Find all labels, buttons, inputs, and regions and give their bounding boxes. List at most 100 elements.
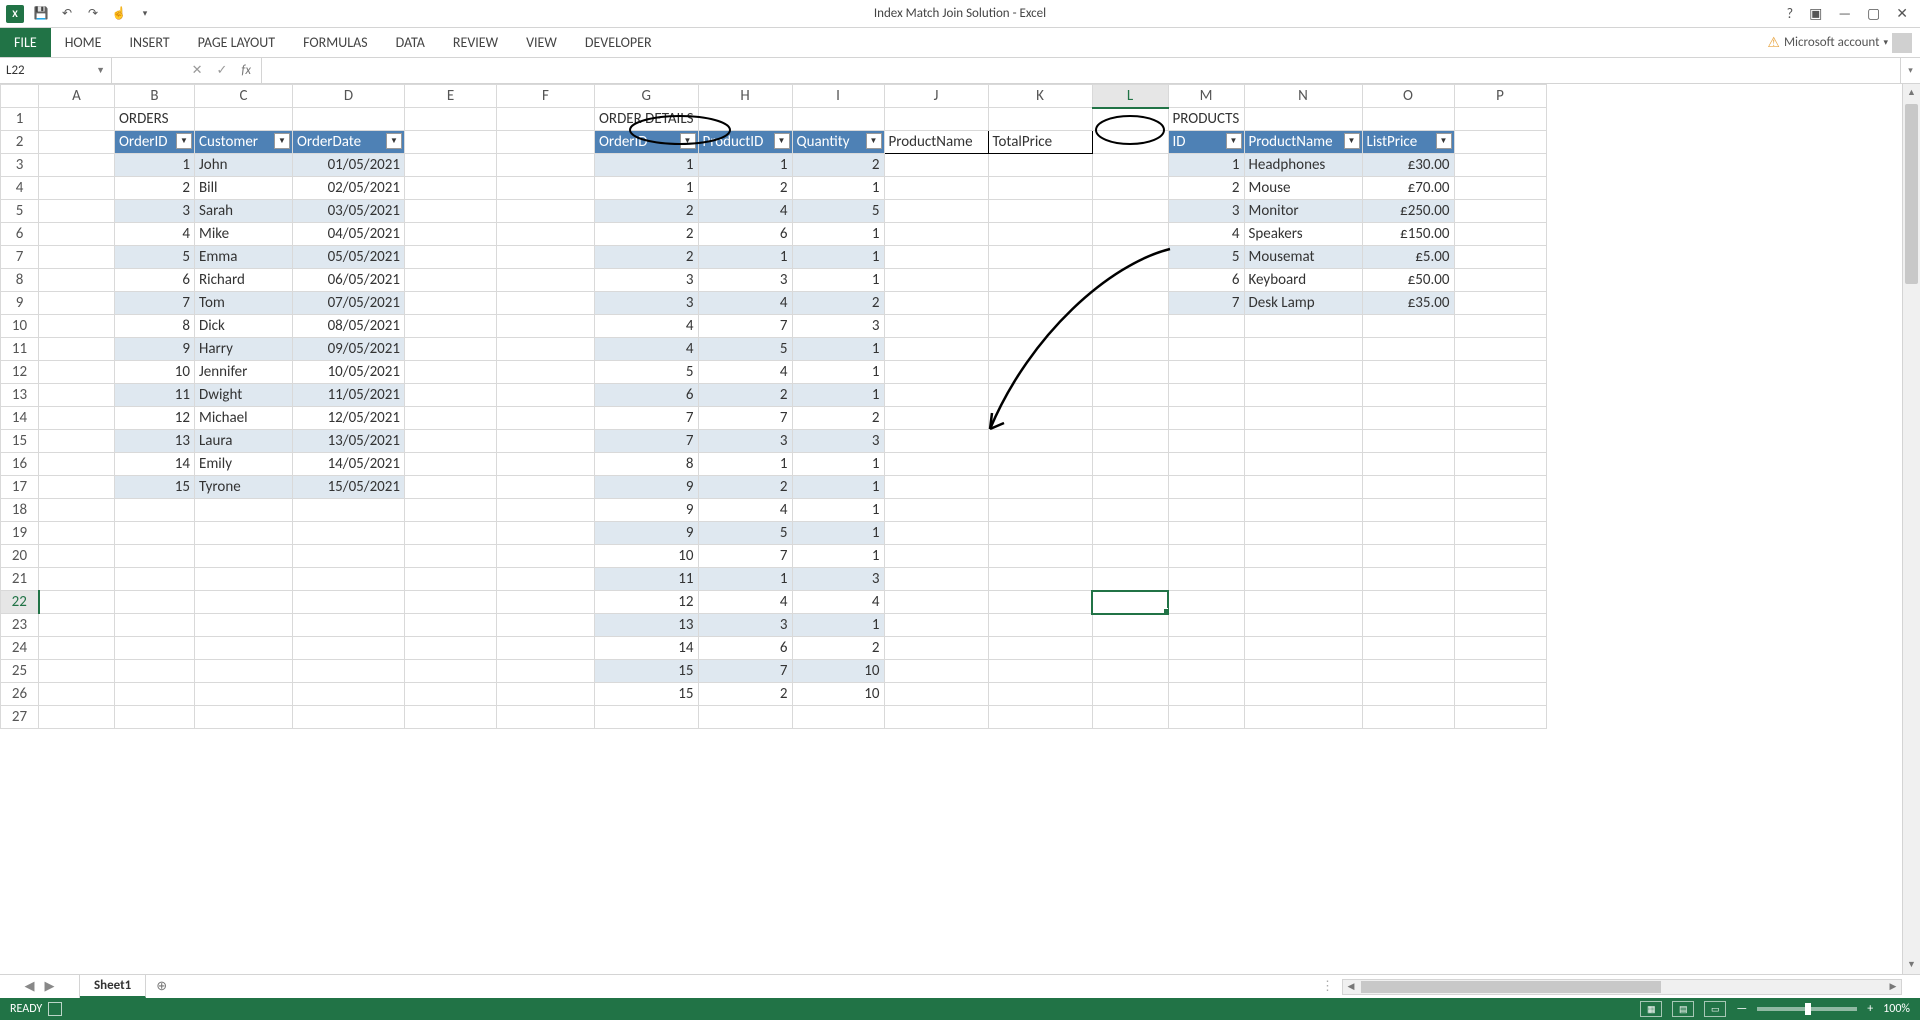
zoom-level[interactable]: 100% (1883, 1002, 1910, 1016)
row-header-4[interactable]: 4 (1, 177, 39, 200)
col-header-L[interactable]: L (1092, 85, 1168, 108)
cell-K5[interactable] (988, 200, 1092, 223)
cell-I9[interactable]: 2 (792, 292, 884, 315)
cell-B22[interactable] (115, 591, 195, 614)
view-page-layout-icon[interactable]: ▤ (1672, 1001, 1694, 1017)
cell-G9[interactable]: 3 (595, 292, 699, 315)
cell-D1[interactable] (293, 108, 405, 131)
cell-H5[interactable]: 4 (698, 200, 792, 223)
cell-L24[interactable] (1092, 637, 1168, 660)
cell-B15[interactable]: 13 (115, 430, 195, 453)
sheet-tab-sheet1[interactable]: Sheet1 (80, 975, 146, 998)
cell-F24[interactable] (497, 637, 595, 660)
cell-O10[interactable] (1362, 315, 1454, 338)
cell-O25[interactable] (1362, 660, 1454, 683)
cell-K3[interactable] (988, 154, 1092, 177)
cell-B19[interactable] (115, 522, 195, 545)
cell-A12[interactable] (39, 361, 115, 384)
cell-M4[interactable]: 2 (1168, 177, 1244, 200)
cell-A24[interactable] (39, 637, 115, 660)
cell-H22[interactable]: 4 (698, 591, 792, 614)
cell-J3[interactable] (884, 154, 988, 177)
cell-I12[interactable]: 1 (792, 361, 884, 384)
account-dropdown-icon[interactable]: ▾ (1883, 37, 1888, 48)
cell-D13[interactable]: 11/05/2021 (293, 384, 405, 407)
cell-A10[interactable] (39, 315, 115, 338)
cell-J21[interactable] (884, 568, 988, 591)
cell-L20[interactable] (1092, 545, 1168, 568)
cell-J11[interactable] (884, 338, 988, 361)
cell-E21[interactable] (405, 568, 497, 591)
cell-P26[interactable] (1454, 683, 1546, 706)
cell-K6[interactable] (988, 223, 1092, 246)
cell-E24[interactable] (405, 637, 497, 660)
cell-N21[interactable] (1244, 568, 1362, 591)
cell-O27[interactable] (1362, 706, 1454, 729)
cell-K21[interactable] (988, 568, 1092, 591)
cell-N27[interactable] (1244, 706, 1362, 729)
cell-F8[interactable] (497, 269, 595, 292)
cell-D15[interactable]: 13/05/2021 (293, 430, 405, 453)
cell-A21[interactable] (39, 568, 115, 591)
cell-J14[interactable] (884, 407, 988, 430)
cell-G11[interactable]: 4 (595, 338, 699, 361)
cell-B1[interactable]: ORDERS (115, 108, 195, 131)
cell-A6[interactable] (39, 223, 115, 246)
cell-G13[interactable]: 6 (595, 384, 699, 407)
name-box-dropdown-icon[interactable]: ▼ (96, 65, 105, 76)
cell-G5[interactable]: 2 (595, 200, 699, 223)
cell-C25[interactable] (195, 660, 293, 683)
cell-J12[interactable] (884, 361, 988, 384)
cell-E14[interactable] (405, 407, 497, 430)
cell-E16[interactable] (405, 453, 497, 476)
cell-G16[interactable]: 8 (595, 453, 699, 476)
ribbon-tab-developer[interactable]: DEVELOPER (571, 28, 666, 57)
cell-K22[interactable] (988, 591, 1092, 614)
cell-F16[interactable] (497, 453, 595, 476)
cell-B9[interactable]: 7 (115, 292, 195, 315)
cell-C12[interactable]: Jennifer (195, 361, 293, 384)
col-header-H[interactable]: H (698, 85, 792, 108)
cell-F9[interactable] (497, 292, 595, 315)
view-page-break-icon[interactable]: ▭ (1704, 1001, 1726, 1017)
cell-L27[interactable] (1092, 706, 1168, 729)
cell-B11[interactable]: 9 (115, 338, 195, 361)
cell-J6[interactable] (884, 223, 988, 246)
cell-H24[interactable]: 6 (698, 637, 792, 660)
cell-I14[interactable]: 2 (792, 407, 884, 430)
row-header-15[interactable]: 15 (1, 430, 39, 453)
cell-C2[interactable]: Customer▼ (195, 131, 293, 154)
cell-C19[interactable] (195, 522, 293, 545)
cell-F6[interactable] (497, 223, 595, 246)
cell-G23[interactable]: 13 (595, 614, 699, 637)
cell-G21[interactable]: 11 (595, 568, 699, 591)
cell-D23[interactable] (293, 614, 405, 637)
cell-C10[interactable]: Dick (195, 315, 293, 338)
cell-A18[interactable] (39, 499, 115, 522)
cell-D9[interactable]: 07/05/2021 (293, 292, 405, 315)
cell-E13[interactable] (405, 384, 497, 407)
name-box[interactable]: L22 ▼ (0, 58, 112, 83)
vertical-scrollbar[interactable]: ▲ ▼ (1902, 84, 1920, 974)
cell-D16[interactable]: 14/05/2021 (293, 453, 405, 476)
cell-A9[interactable] (39, 292, 115, 315)
cell-I17[interactable]: 1 (792, 476, 884, 499)
cell-L18[interactable] (1092, 499, 1168, 522)
scroll-left-icon[interactable]: ◀ (1343, 980, 1359, 994)
col-header-K[interactable]: K (988, 85, 1092, 108)
cell-I19[interactable]: 1 (792, 522, 884, 545)
scroll-down-icon[interactable]: ▼ (1903, 956, 1920, 974)
cell-A5[interactable] (39, 200, 115, 223)
cell-D10[interactable]: 08/05/2021 (293, 315, 405, 338)
cell-C23[interactable] (195, 614, 293, 637)
cell-I2[interactable]: Quantity▼ (792, 131, 884, 154)
cell-N10[interactable] (1244, 315, 1362, 338)
cell-O20[interactable] (1362, 545, 1454, 568)
cell-B26[interactable] (115, 683, 195, 706)
row-header-25[interactable]: 25 (1, 660, 39, 683)
row-header-9[interactable]: 9 (1, 292, 39, 315)
filter-dropdown-icon[interactable]: ▼ (774, 133, 790, 149)
cell-P11[interactable] (1454, 338, 1546, 361)
cell-L22[interactable] (1092, 591, 1168, 614)
cell-G10[interactable]: 4 (595, 315, 699, 338)
